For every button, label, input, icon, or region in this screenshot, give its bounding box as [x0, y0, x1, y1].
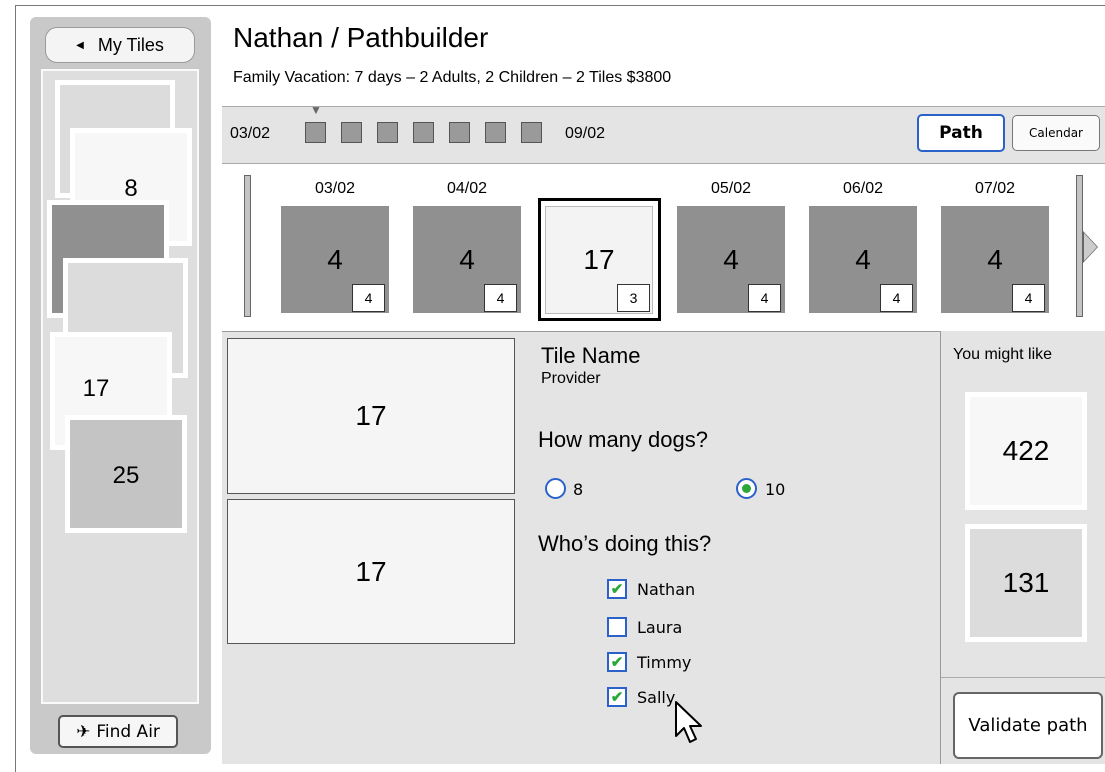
day-date: 04/02 [446, 180, 488, 197]
day-count-badge: 4 [1012, 284, 1045, 312]
participant-checkbox[interactable]: ✔ [607, 687, 627, 707]
checkmark-icon: ✔ [610, 654, 624, 671]
my-tiles-button[interactable]: ◀ My Tiles [45, 27, 195, 63]
day-count-badge: 4 [484, 284, 517, 312]
day-tile-value: 4 [855, 243, 871, 275]
mouse-cursor-icon [672, 700, 706, 753]
timeline-day[interactable] [377, 122, 398, 143]
radio-selected-dot [742, 484, 751, 493]
checkmark-icon: ✔ [610, 581, 624, 598]
participant-label: Laura [637, 618, 683, 637]
participant-label: Sally [637, 688, 676, 707]
participants-question: Who’s doing this? [538, 531, 712, 556]
timeline-marker-icon[interactable]: ▼ [310, 103, 322, 117]
recommendations-heading: You might like [953, 346, 1053, 363]
day-tile-value: 4 [723, 243, 739, 275]
day-date: 05/02 [710, 180, 752, 197]
day-date: 07/02 [974, 180, 1016, 197]
radio-option[interactable] [545, 478, 566, 499]
stacked-tile[interactable]: 25 [65, 415, 187, 533]
page-title: Nathan / Pathbuilder [233, 22, 489, 53]
day-count-badge: 4 [352, 284, 385, 312]
tile-label: 8 [124, 175, 138, 202]
recommended-tile-value: 422 [1002, 435, 1050, 466]
next-arrow-fill [1084, 233, 1097, 261]
right-scroll-handle[interactable] [1076, 175, 1083, 317]
timeline-day[interactable] [521, 122, 542, 143]
tile-provider: Provider [541, 370, 601, 387]
path-view-button[interactable]: Path [917, 114, 1005, 152]
radio-option-selected[interactable] [736, 478, 757, 499]
timeline-day[interactable] [341, 122, 362, 143]
participant-label: Timmy [637, 653, 692, 672]
checkmark-icon: ✔ [610, 689, 624, 706]
timeline-day[interactable] [413, 122, 434, 143]
timeline-day[interactable] [305, 122, 326, 143]
day-tile-value: 4 [987, 243, 1003, 275]
my-tiles-label: My Tiles [97, 34, 164, 55]
validate-path-button[interactable]: Validate path [953, 692, 1103, 759]
find-air-button[interactable]: ✈ Find Air [58, 715, 178, 748]
recommended-tile[interactable]: 131 [965, 524, 1087, 642]
participant-checkbox[interactable] [607, 617, 627, 637]
day-count-badge: 4 [880, 284, 913, 312]
day-tile-value: 4 [327, 243, 343, 275]
tile-label: 25 [112, 462, 140, 489]
participant-checkbox[interactable]: ✔ [607, 579, 627, 599]
dogs-question: How many dogs? [538, 427, 708, 452]
tile-preview[interactable]: 17 [227, 499, 515, 644]
timeline-start-date: 03/02 [230, 125, 271, 142]
timeline-day[interactable] [485, 122, 506, 143]
trip-summary: Family Vacation: 7 days – 2 Adults, 2 Ch… [233, 69, 672, 86]
rail-divider [941, 677, 1105, 678]
airplane-icon: ✈ [76, 721, 91, 742]
day-count-badge: 4 [748, 284, 781, 312]
day-tile-value: 4 [459, 243, 475, 275]
tile-preview-value: 17 [355, 555, 387, 587]
participant-label: Nathan [637, 580, 696, 599]
recommended-tile-value: 131 [1002, 567, 1050, 598]
find-air-label: Find Air [96, 721, 160, 742]
left-scroll-handle[interactable] [244, 175, 251, 317]
tile-preview-value: 17 [355, 400, 387, 431]
tile-label: 17 [82, 375, 110, 402]
calendar-view-button[interactable]: Calendar [1012, 115, 1100, 151]
tile-name: Tile Name [541, 343, 641, 368]
radio-option-label: 8 [573, 480, 584, 499]
tile-preview[interactable]: 17 [227, 338, 515, 494]
recommended-tile[interactable]: 422 [965, 392, 1087, 510]
day-date: 06/02 [842, 180, 884, 197]
participant-checkbox[interactable]: ✔ [607, 652, 627, 672]
collapse-left-icon: ◀ [76, 39, 84, 51]
day-date: 03/02 [314, 180, 356, 197]
day-count-badge: 3 [617, 284, 650, 312]
radio-option-label: 10 [765, 480, 786, 499]
timeline-day[interactable] [449, 122, 470, 143]
timeline-end-date: 09/02 [565, 125, 606, 142]
day-tile-value: 17 [583, 244, 615, 275]
